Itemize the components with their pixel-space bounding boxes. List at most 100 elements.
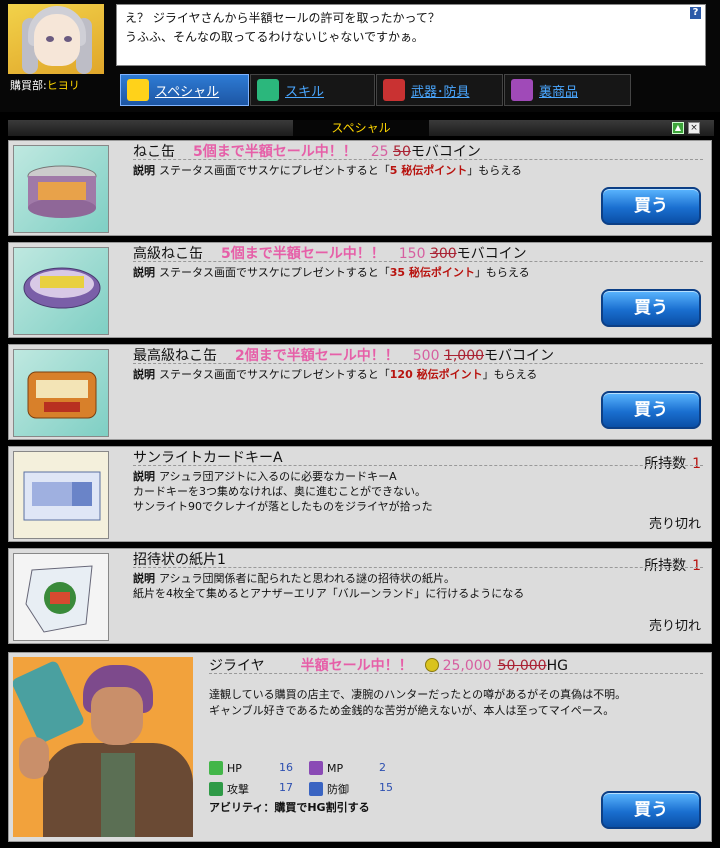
stat-label: 攻撃 bbox=[227, 783, 249, 796]
item-description: 説明 ステータス画面でサスケにプレゼントすると「120 秘伝ポイント」もらえる bbox=[133, 367, 537, 382]
desc-text: 紙片を4枚全て集めるとアナザーエリア「バルーンランド」に行けるようになる bbox=[133, 587, 525, 600]
desc-text: 達観している購買の店主で、凄腕のハンターだったとの噂があるがその真偽は不明。 bbox=[209, 688, 627, 701]
item-name: 高級ねこ缶 bbox=[133, 246, 203, 262]
mp-icon bbox=[309, 761, 323, 775]
owned-value: 1 bbox=[692, 558, 701, 574]
sold-out-label: 売り切れ bbox=[648, 619, 701, 634]
list-item: 招待状の紙片1 所持数 1 説明 アシュラ団関係者に配られたと思われる謎の招待状の紙… bbox=[8, 548, 712, 644]
secret-points: 35 秘伝ポイント bbox=[389, 266, 475, 279]
stat-label: 防御 bbox=[327, 783, 349, 796]
list-item: 最高級ねこ缶 2個まで半額セール中！！ 500 1,000モバコイン 説明 ステータス… bbox=[8, 344, 712, 440]
hg-coin-icon bbox=[424, 658, 439, 672]
dialog-box: え？ ジライヤさんから半額セールの許可を取ったかって？ うふふ、そんなの取ってる… bbox=[116, 4, 706, 66]
cat-can-image bbox=[13, 145, 109, 233]
secret-points: 120 秘伝ポイント bbox=[389, 368, 483, 381]
item-description: 説明 アシュラ団関係者に配られたと思われる謎の招待状の紙片。紙片を4枚全て集めると… bbox=[133, 571, 524, 601]
price-unit: モバコイン bbox=[456, 246, 527, 262]
shop-header: 購買部:ヒヨリ え？ ジライヤさんから半額セールの許可を取ったかって？ うふふ、… bbox=[0, 0, 720, 112]
old-price: 1,000 bbox=[443, 348, 485, 364]
stat-value: 2 bbox=[379, 761, 386, 774]
help-icon[interactable]: ? bbox=[690, 7, 701, 19]
desc-label: 説明 bbox=[133, 266, 155, 279]
buy-button[interactable]: 買う bbox=[601, 187, 701, 225]
tab-label: 武器･防具 bbox=[411, 84, 470, 100]
item-name: 最高級ねこ缶 bbox=[133, 348, 217, 364]
sale-text: 半額セール中！！ bbox=[300, 658, 413, 674]
sale-text: 5個まで半額セール中！！ bbox=[193, 144, 357, 160]
heart-icon bbox=[209, 761, 223, 775]
price: 150 bbox=[398, 246, 426, 262]
partner-item: ジライヤ 半額セール中！！ 25,000 50,000HG 達観している購買の店主で、… bbox=[8, 652, 712, 842]
desc-text: アシュラ団関係者に配られたと思われる謎の招待状の紙片。 bbox=[159, 572, 456, 585]
desc-text: 」もらえる bbox=[482, 368, 538, 381]
dialog-line: え？ ジライヤさんから半額セールの許可を取ったかって？ bbox=[125, 11, 440, 25]
tab-weapon-armor[interactable]: 武器･防具 bbox=[376, 74, 503, 106]
tab-label: スキル bbox=[285, 84, 325, 100]
item-description: 説明 ステータス画面でサスケにプレゼントすると「5 秘伝ポイント」もらえる bbox=[133, 163, 522, 178]
item-description: 説明 ステータス画面でサスケにプレゼントすると「35 秘伝ポイント」もらえる bbox=[133, 265, 530, 280]
partner-name: ジライヤ bbox=[209, 658, 265, 674]
item-name: 招待状の紙片1 bbox=[133, 552, 226, 568]
tab-special[interactable]: スペシャル bbox=[120, 74, 249, 106]
desc-text: アシュラ団アジトに入るのに必要なカードキーA bbox=[159, 470, 397, 483]
list-item: サンライトカードキーA 所持数 1 説明 アシュラ団アジトに入るのに必要なカードキー… bbox=[8, 446, 712, 542]
partner-description: 達観している購買の店主で、凄腕のハンターだったとの噂があるがその真偽は不明。 ギャ… bbox=[209, 687, 626, 719]
stat-label: HP bbox=[227, 762, 242, 775]
desc-text: ギャンブル好きであるため金銭的な苦労が絶えないが、本人は至ってマイペース。 bbox=[209, 704, 615, 717]
close-icon[interactable]: × bbox=[688, 122, 700, 134]
buy-button[interactable]: 買う bbox=[601, 391, 701, 429]
jiraiya-portrait bbox=[13, 657, 193, 837]
desc-label: 説明 bbox=[133, 164, 155, 177]
sale-text: 5個まで半額セール中！！ bbox=[221, 246, 385, 262]
buy-button[interactable]: 買う bbox=[601, 289, 701, 327]
owned-count: 所持数 1 bbox=[644, 555, 701, 575]
price: 500 bbox=[412, 348, 440, 364]
item-description: 説明 アシュラ団アジトに入るのに必要なカードキーA カードキーを3つ集めなければ、奥… bbox=[133, 469, 433, 514]
price: 25 bbox=[370, 144, 389, 160]
desc-label: 説明 bbox=[133, 470, 155, 483]
desc-text: 」もらえる bbox=[474, 266, 530, 279]
desc-text: カードキーを3つ集めなければ、奥に進むことができない。 bbox=[133, 485, 426, 498]
list-item: ねこ缶 5個まで半額セール中！！ 25 50モバコイン 説明 ステータス画面でサスケに… bbox=[8, 140, 712, 236]
sale-text: 2個まで半額セール中！！ bbox=[235, 348, 399, 364]
price-unit: モバコイン bbox=[484, 348, 555, 364]
shopkeeper-label: 購買部:ヒヨリ bbox=[10, 77, 80, 93]
ability-text: アビリティ：購買でHG割引する bbox=[209, 801, 370, 814]
section-header: スペシャル ▲ × bbox=[8, 120, 714, 136]
sold-out-label: 売り切れ bbox=[648, 517, 701, 532]
stat-value: 16 bbox=[279, 761, 293, 774]
premium-cat-can-image bbox=[13, 247, 109, 335]
tab-secret-goods[interactable]: 裏商品 bbox=[504, 74, 631, 106]
stat-label: MP bbox=[327, 762, 344, 775]
desc-text: 」もらえる bbox=[467, 164, 522, 177]
owned-label: 所持数 bbox=[644, 456, 687, 472]
secret-points: 5 秘伝ポイント bbox=[389, 164, 468, 177]
deluxe-cat-can-image bbox=[13, 349, 109, 437]
desc-label: 説明 bbox=[133, 572, 155, 585]
special-icon bbox=[127, 79, 149, 101]
scroll-top-icon[interactable]: ▲ bbox=[672, 122, 684, 134]
desc-text: サンライト90でクレナイが落としたものをジライヤが拾った bbox=[133, 500, 433, 513]
owned-label: 所持数 bbox=[644, 558, 687, 574]
shopkeeper-name: ヒヨリ bbox=[46, 79, 80, 92]
old-price: 300 bbox=[429, 246, 457, 262]
tab-skill[interactable]: スキル bbox=[250, 74, 375, 106]
skill-icon bbox=[257, 79, 279, 101]
invitation-fragment-image bbox=[13, 553, 109, 641]
attack-icon bbox=[209, 782, 223, 796]
item-name: サンライトカードキーA bbox=[133, 450, 283, 466]
tab-label: スペシャル bbox=[155, 84, 220, 100]
price-unit: モバコイン bbox=[410, 144, 481, 160]
stat-hp: HP 16 bbox=[209, 761, 293, 775]
list-item: 高級ねこ缶 5個まで半額セール中！！ 150 300モバコイン 説明 ステータス画面で… bbox=[8, 242, 712, 338]
stat-defense: 防御 15 bbox=[309, 781, 393, 797]
desc-text: ステータス画面でサスケにプレゼントすると「 bbox=[159, 266, 390, 279]
section-title: スペシャル bbox=[293, 120, 429, 136]
buy-button[interactable]: 買う bbox=[601, 791, 701, 829]
stat-value: 17 bbox=[279, 781, 293, 794]
card-key-image bbox=[13, 451, 109, 539]
stat-attack: 攻撃 17 bbox=[209, 781, 293, 797]
stat-mp: MP 2 bbox=[309, 761, 386, 775]
price-unit: HG bbox=[546, 658, 568, 674]
stat-value: 15 bbox=[379, 781, 393, 794]
